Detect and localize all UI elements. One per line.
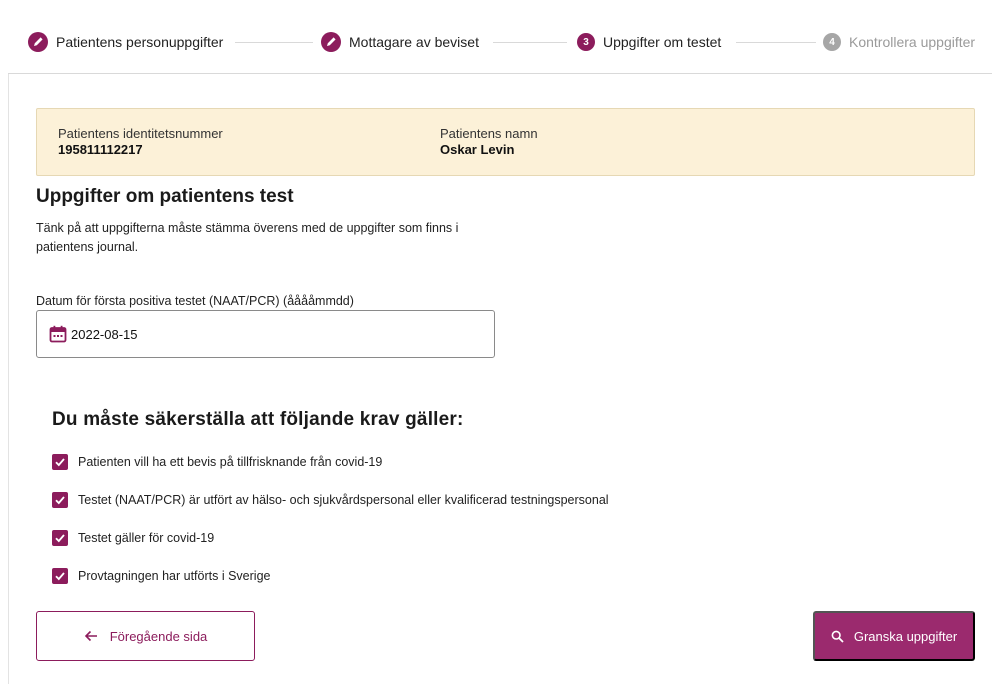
date-input[interactable]: 2022-08-15 bbox=[36, 310, 495, 358]
step-number-badge: 3 bbox=[577, 33, 595, 51]
step-label: Uppgifter om testet bbox=[603, 34, 722, 50]
step-connector bbox=[493, 42, 567, 43]
requirement-label: Testet (NAAT/PCR) är utfört av hälso- oc… bbox=[78, 493, 609, 507]
review-details-button[interactable]: Granska uppgifter bbox=[813, 611, 975, 661]
checkmark-icon[interactable] bbox=[52, 530, 68, 546]
checkmark-icon[interactable] bbox=[52, 568, 68, 584]
calendar-icon[interactable] bbox=[49, 325, 67, 343]
requirement-checkbox[interactable]: Testet gäller för covid-19 bbox=[52, 528, 214, 548]
requirement-checkbox[interactable]: Patienten vill ha ett bevis på tillfrisk… bbox=[52, 452, 382, 472]
date-field-label: Datum för första positiva testet (NAAT/P… bbox=[36, 294, 354, 308]
requirement-label: Testet gäller för covid-19 bbox=[78, 531, 215, 545]
step-label: Patientens personuppgifter bbox=[56, 34, 224, 50]
step-label: Mottagare av beviset bbox=[349, 34, 479, 50]
previous-page-label: Föregående sida bbox=[109, 628, 208, 644]
arrow-left-icon bbox=[84, 630, 98, 642]
patient-id-label: Patientens identitetsnummer bbox=[58, 126, 223, 141]
date-value: 2022-08-15 bbox=[71, 326, 138, 342]
requirement-label: Provtagningen har utförts i Sverige bbox=[78, 569, 271, 583]
patient-info-banner: Patientens identitetsnummer 195811112217… bbox=[36, 108, 975, 176]
step-connector bbox=[235, 42, 313, 43]
step-recipient[interactable]: Mottagare av beviset bbox=[321, 31, 479, 53]
requirement-checkbox[interactable]: Provtagningen har utförts i Sverige bbox=[52, 566, 270, 586]
step-connector bbox=[736, 42, 816, 43]
review-details-label: Granska uppgifter bbox=[853, 628, 958, 644]
patient-name-label: Patientens namn bbox=[440, 126, 538, 141]
pencil-icon bbox=[321, 32, 341, 52]
requirement-checkbox[interactable]: Testet (NAAT/PCR) är utfört av hälso- oc… bbox=[52, 490, 609, 510]
step-number-badge: 4 bbox=[823, 33, 841, 51]
patient-name-value: Oskar Levin bbox=[440, 142, 515, 157]
search-icon bbox=[831, 630, 844, 643]
step-label: Kontrollera uppgifter bbox=[849, 34, 976, 50]
section-title: Uppgifter om patientens test bbox=[36, 186, 294, 207]
requirement-label: Patienten vill ha ett bevis på tillfrisk… bbox=[78, 455, 383, 469]
patient-id-block: Patientens identitetsnummer 195811112217 bbox=[58, 126, 223, 158]
section-intro: Tänk på att uppgifterna måste stämma öve… bbox=[36, 221, 459, 254]
step-review: 4 Kontrollera uppgifter bbox=[823, 31, 975, 53]
step-patient-details[interactable]: Patientens personuppgifter bbox=[28, 31, 223, 53]
checkmark-icon[interactable] bbox=[52, 492, 68, 508]
requirements-title: Du måste säkerställa att följande krav g… bbox=[52, 409, 464, 430]
patient-id-value: 195811112217 bbox=[58, 142, 143, 157]
pencil-icon bbox=[28, 32, 48, 52]
checkmark-icon[interactable] bbox=[52, 454, 68, 470]
step-test-details: 3 Uppgifter om testet bbox=[577, 31, 721, 53]
patient-name-block: Patientens namn Oskar Levin bbox=[440, 126, 538, 158]
previous-page-button[interactable]: Föregående sida bbox=[36, 611, 255, 661]
